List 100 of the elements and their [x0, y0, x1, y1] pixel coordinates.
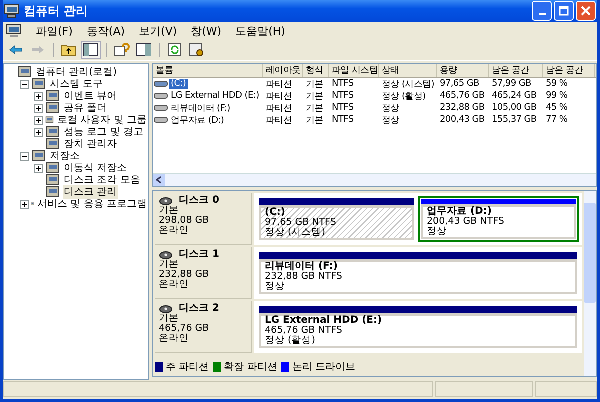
- tree-item[interactable]: 시스템 도구: [49, 77, 104, 91]
- disk-icon: [159, 250, 173, 260]
- table-cell: 232,88 GB: [440, 103, 485, 113]
- tree-item[interactable]: 로컬 사용자 및 그룹: [56, 113, 148, 127]
- table-cell: 465,76 GB: [440, 91, 485, 101]
- partition-block[interactable]: 업무자료 (D:) 200,43 GB NTFS 정상: [418, 196, 579, 242]
- table-cell: 105,00 GB: [492, 103, 537, 113]
- window-title: 컴퓨터 관리: [24, 2, 88, 20]
- drive-icon: [154, 92, 168, 100]
- menu-item[interactable]: 파일(F): [36, 24, 73, 38]
- table-cell: 57,99 GB: [492, 79, 532, 89]
- partition-name: 리뷰데이터 (F:): [265, 262, 339, 272]
- expander-button[interactable]: [34, 116, 43, 124]
- disk-size: 232,88 GB: [159, 270, 210, 280]
- close-button[interactable]: [576, 1, 596, 21]
- disk-type: 기본: [159, 206, 180, 216]
- expander-button[interactable]: [34, 164, 43, 172]
- column-header[interactable]: 형식: [303, 64, 329, 77]
- pane-button[interactable]: [134, 41, 154, 59]
- table-cell: NTFS: [332, 79, 354, 89]
- help-button[interactable]: [112, 41, 132, 59]
- tree-pane-button[interactable]: [81, 41, 101, 59]
- partition-status: 정상 (시스템): [265, 228, 326, 238]
- partition-size: 232,88 GB NTFS: [265, 272, 344, 282]
- partition-status: 정상 (활성): [265, 336, 316, 346]
- disk-name: 디스크 0: [179, 196, 220, 206]
- table-cell-text: 파티션: [266, 102, 292, 114]
- tree-item[interactable]: 디스크 조각 모음: [63, 173, 142, 187]
- column-header[interactable]: 남은 공간: [489, 64, 543, 77]
- tree-item[interactable]: 저장소: [49, 149, 81, 163]
- tree-item[interactable]: 공유 폴더: [63, 101, 108, 115]
- expander-button[interactable]: [34, 104, 43, 112]
- table-cell-text: 정상 (시스템): [382, 78, 434, 90]
- tree-item[interactable]: 이동식 저장소: [63, 161, 128, 175]
- column-header[interactable]: 레이아웃: [263, 64, 303, 77]
- tree-item[interactable]: 성능 로그 및 경고: [63, 125, 145, 139]
- menu-item[interactable]: 도움말(H): [236, 24, 286, 38]
- menu-item[interactable]: 창(W): [191, 24, 222, 38]
- partition-name: LG External HDD (E:): [265, 316, 384, 326]
- expander-button[interactable]: [34, 128, 43, 136]
- expander-button[interactable]: [20, 152, 29, 160]
- column-header[interactable]: 볼륨: [153, 64, 263, 77]
- expander-button[interactable]: [20, 200, 29, 208]
- table-cell-text: 파티션: [266, 90, 292, 102]
- tree-item[interactable]: 장치 관리자: [63, 137, 118, 151]
- table-cell-text: 기본: [306, 90, 324, 102]
- computer-icon: [4, 3, 20, 19]
- disk-type: 기본: [159, 260, 180, 270]
- table-cell-text: 정상 (활성): [382, 90, 426, 102]
- disk-status: 온라인: [159, 334, 190, 344]
- column-header[interactable]: 남은 공간: [543, 64, 595, 77]
- table-cell: NTFS: [332, 115, 354, 125]
- expander-button[interactable]: [20, 80, 29, 88]
- disk-name: 디스크 1: [179, 250, 220, 260]
- maximize-icon: [559, 6, 569, 16]
- table-cell: 200,43 GB: [440, 115, 485, 125]
- forward-arrow-icon: [31, 45, 45, 55]
- table-cell-text: 기본: [306, 78, 324, 90]
- column-header[interactable]: 용량: [437, 64, 489, 77]
- minimize-button[interactable]: [532, 1, 552, 21]
- table-cell: 45 %: [546, 103, 568, 113]
- partition-size: 465,76 GB NTFS: [265, 326, 344, 336]
- partition-status: 정상: [427, 227, 448, 237]
- column-header[interactable]: 파일 시스템: [329, 64, 379, 77]
- partition-size: 200,43 GB NTFS: [427, 217, 506, 227]
- tree-item[interactable]: 컴퓨터 관리(로컬): [35, 65, 118, 79]
- expander-button[interactable]: [34, 92, 43, 100]
- table-cell: 465,24 GB: [492, 91, 537, 101]
- legend-label: 주 파티션: [166, 361, 210, 374]
- horizontal-scrollbar[interactable]: [153, 173, 596, 186]
- vertical-scrollbar[interactable]: [584, 191, 596, 376]
- tree-item[interactable]: 서비스 및 응용 프로그램: [36, 197, 148, 211]
- table-cell-text: 정상: [382, 114, 400, 126]
- volume-name[interactable]: 업무자료 (D:): [169, 114, 226, 126]
- table-cell: 97,65 GB: [440, 79, 480, 89]
- table-cell-text: 파티션: [266, 114, 292, 126]
- maximize-button[interactable]: [554, 1, 574, 21]
- legend-label: 확장 파티션: [224, 361, 278, 374]
- volume-name[interactable]: (C:): [169, 79, 188, 89]
- disk-icon: [159, 304, 173, 314]
- partition-name: 업무자료 (D:): [427, 207, 493, 217]
- column-header[interactable]: 상태: [379, 64, 437, 77]
- drive-icon: [154, 80, 168, 88]
- volume-name[interactable]: LG External HDD (E:): [169, 91, 262, 101]
- menu-item[interactable]: 보기(V): [139, 24, 178, 38]
- disk-status: 온라인: [159, 226, 190, 236]
- disk-size: 465,76 GB: [159, 324, 210, 334]
- disk-status: 온라인: [159, 280, 190, 290]
- partition-size: 97,65 GB NTFS: [265, 218, 338, 228]
- table-cell: 155,37 GB: [492, 115, 537, 125]
- back-arrow-icon: [9, 45, 23, 55]
- drive-icon: [154, 116, 168, 124]
- table-cell-text: 기본: [306, 114, 324, 126]
- table-cell: 77 %: [546, 115, 568, 125]
- table-cell: 59 %: [546, 79, 568, 89]
- tree-item[interactable]: 디스크 관리: [63, 185, 118, 199]
- computer-icon: [6, 24, 22, 38]
- menu-item[interactable]: 동작(A): [86, 24, 126, 38]
- tree-item[interactable]: 이벤트 뷰어: [63, 89, 118, 103]
- volume-name[interactable]: 리뷰데이터 (F:): [169, 102, 232, 114]
